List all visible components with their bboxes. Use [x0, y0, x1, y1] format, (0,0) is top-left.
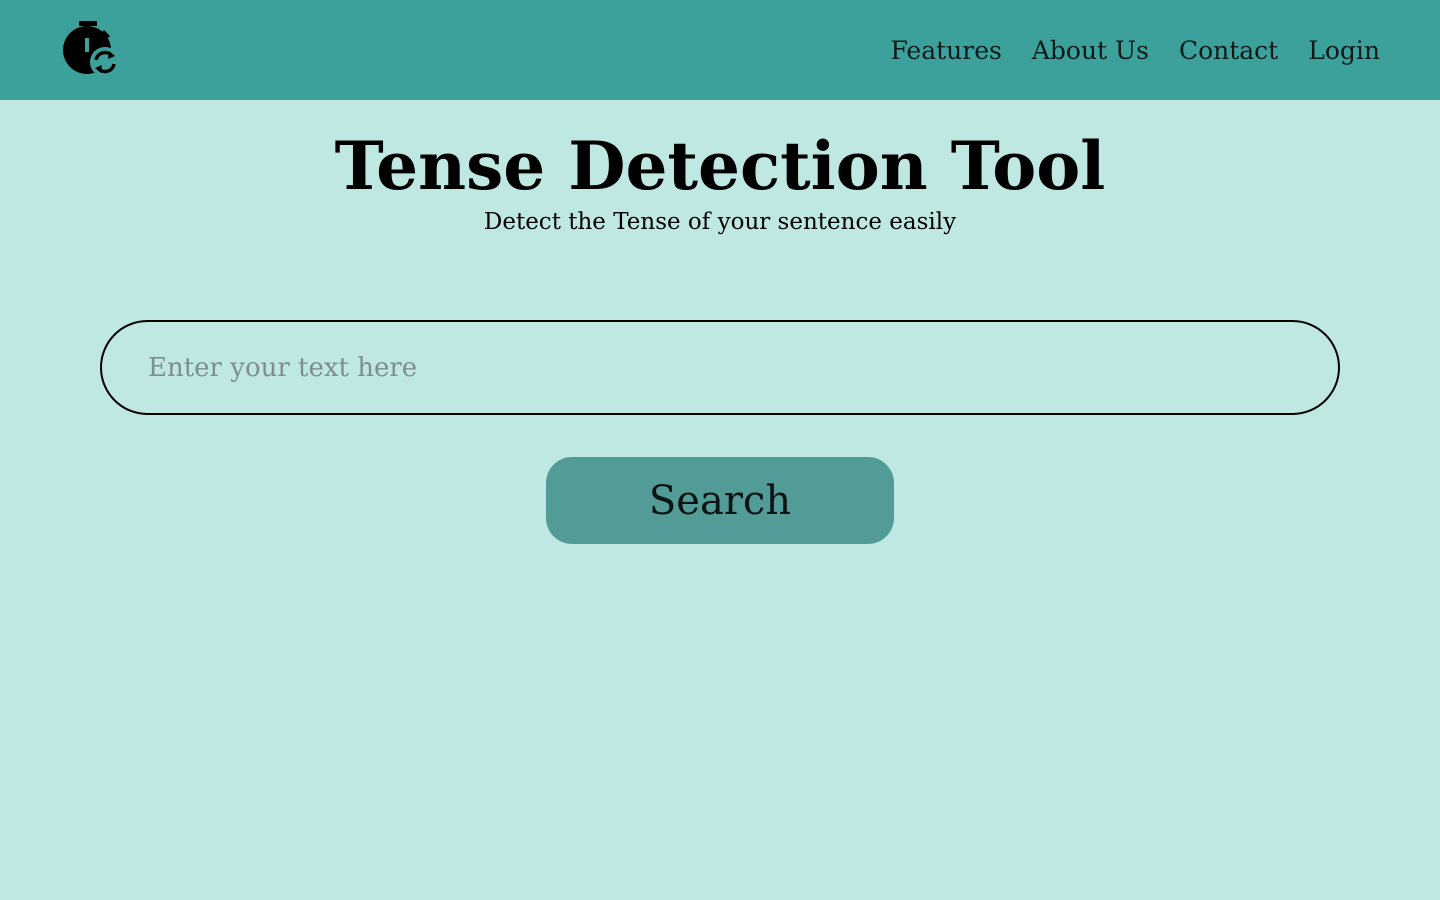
page-title: Tense Detection Tool [334, 127, 1106, 205]
search-button[interactable]: Search [546, 457, 894, 544]
nav-link-features[interactable]: Features [890, 36, 1001, 65]
nav-link-about-us[interactable]: About Us [1032, 36, 1149, 65]
navbar: Features About Us Contact Login [0, 0, 1440, 100]
nav-menu: Features About Us Contact Login [890, 0, 1380, 100]
nav-link-login[interactable]: Login [1308, 36, 1380, 65]
stopwatch-sync-icon[interactable] [60, 18, 124, 82]
search-input[interactable] [100, 320, 1340, 415]
nav-link-contact[interactable]: Contact [1179, 36, 1278, 65]
page-subtitle: Detect the Tense of your sentence easily [483, 209, 957, 235]
